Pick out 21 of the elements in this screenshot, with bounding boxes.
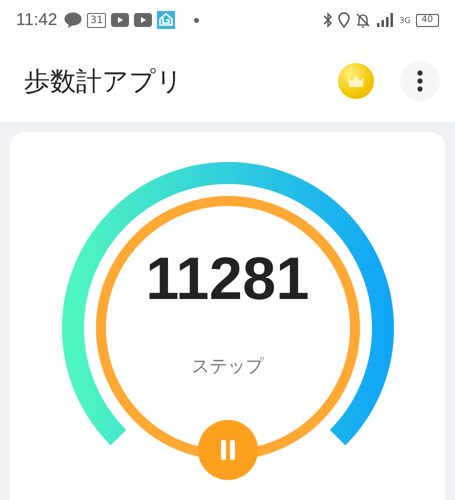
step-unit: ステップ — [192, 355, 264, 378]
bluetooth-icon — [323, 12, 334, 28]
more-menu-button[interactable] — [400, 61, 440, 101]
video-play-icon — [111, 13, 130, 27]
battery-icon: 40 — [416, 14, 439, 26]
network-type: 3G — [399, 16, 411, 24]
location-pin-icon — [338, 12, 350, 28]
app-title: 歩数計アプリ — [24, 66, 184, 98]
clock-time: 11:42 — [16, 10, 58, 30]
step-count: 11281 — [146, 244, 310, 313]
calendar-icon: 31 — [87, 12, 106, 28]
bell-off-icon — [355, 12, 372, 28]
crown-button[interactable] — [338, 63, 374, 99]
more-options-icon — [417, 70, 423, 92]
crown-icon — [347, 74, 365, 88]
signal-icon — [376, 12, 394, 28]
app-icon — [157, 11, 176, 29]
video-play-icon — [134, 13, 152, 27]
dot-icon — [194, 18, 200, 22]
pause-icon — [220, 440, 236, 460]
chat-bubble-icon — [64, 12, 82, 28]
